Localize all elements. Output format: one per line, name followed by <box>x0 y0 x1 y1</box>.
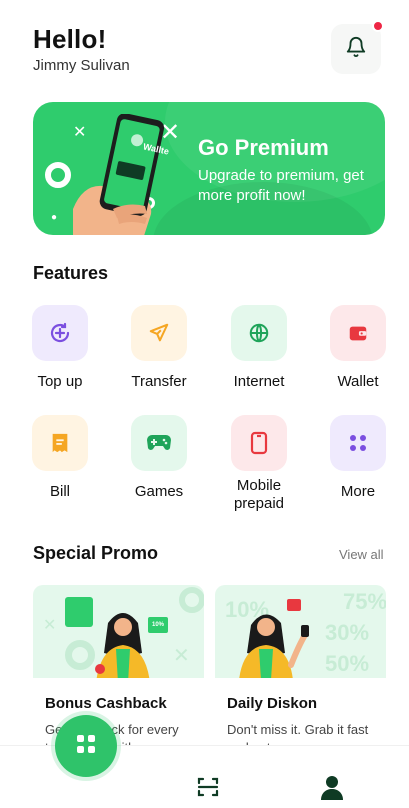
banner-title: Go Premium <box>198 135 329 160</box>
notification-button[interactable] <box>331 24 381 74</box>
promo-illustration: 10% 75% 30% 50% <box>215 585 386 678</box>
premium-banner[interactable]: ✕ ✕ ● Wallte Go Premium Upgrade to premi… <box>33 102 385 235</box>
promo-card-diskon[interactable]: 10% 75% 30% 50% Daily Diskon Don't miss … <box>215 585 386 755</box>
scan-icon <box>196 775 220 804</box>
promo-card-title: Daily Diskon <box>227 695 318 712</box>
send-icon <box>131 305 187 361</box>
bell-icon <box>345 36 367 63</box>
feature-label: Transfer <box>131 373 187 390</box>
deco-percent: 75% <box>343 589 386 614</box>
greeting-title: Hello! <box>33 24 107 54</box>
banner-subtitle: Upgrade to premium, get more profit now! <box>198 167 364 204</box>
feature-mobile-prepaid[interactable]: Mobile prepaid <box>219 415 299 513</box>
receipt-icon <box>32 415 88 471</box>
gamepad-icon <box>131 415 187 471</box>
deco-percent: 30% <box>325 620 370 645</box>
deco-percent: 50% <box>325 651 370 676</box>
dot-decoration: ● <box>51 212 58 223</box>
phone-icon <box>231 415 287 471</box>
view-all-link[interactable]: View all <box>339 547 384 562</box>
feature-bill[interactable]: Bill <box>20 415 100 501</box>
wallet-icon <box>330 305 386 361</box>
feature-label: Wallet <box>337 373 379 390</box>
feature-top-up[interactable]: Top up <box>20 305 100 391</box>
user-name: Jimmy Sulivan <box>33 57 130 74</box>
feature-games[interactable]: Games <box>119 415 199 501</box>
promo-illustration: ✕ ✕ 10% <box>33 585 204 678</box>
feature-label: Games <box>134 483 184 500</box>
feature-label: More <box>340 483 376 500</box>
features-title: Features <box>33 263 109 283</box>
notification-badge <box>372 20 384 32</box>
feature-more[interactable]: More <box>318 415 398 501</box>
promo-card-title: Bonus Cashback <box>45 695 167 712</box>
feature-label: Top up <box>37 373 83 390</box>
grid-icon <box>330 415 386 471</box>
feature-label: Bill <box>49 483 70 500</box>
feature-internet[interactable]: Internet <box>219 305 299 391</box>
profile-button[interactable] <box>318 775 346 803</box>
feature-transfer[interactable]: Transfer <box>119 305 199 391</box>
grid-icon <box>75 733 97 760</box>
home-fab-button[interactable] <box>55 715 117 777</box>
globe-icon <box>231 305 287 361</box>
ring-decoration <box>45 162 71 188</box>
feature-wallet[interactable]: Wallet <box>318 305 398 391</box>
topup-icon <box>32 305 88 361</box>
feature-label: Internet <box>233 373 285 390</box>
phone-illustration: Wallte <box>73 113 178 235</box>
promo-title: Special Promo <box>33 543 159 563</box>
user-icon <box>320 774 344 805</box>
scan-button[interactable] <box>194 776 222 802</box>
feature-label: Mobile prepaid <box>233 477 285 512</box>
